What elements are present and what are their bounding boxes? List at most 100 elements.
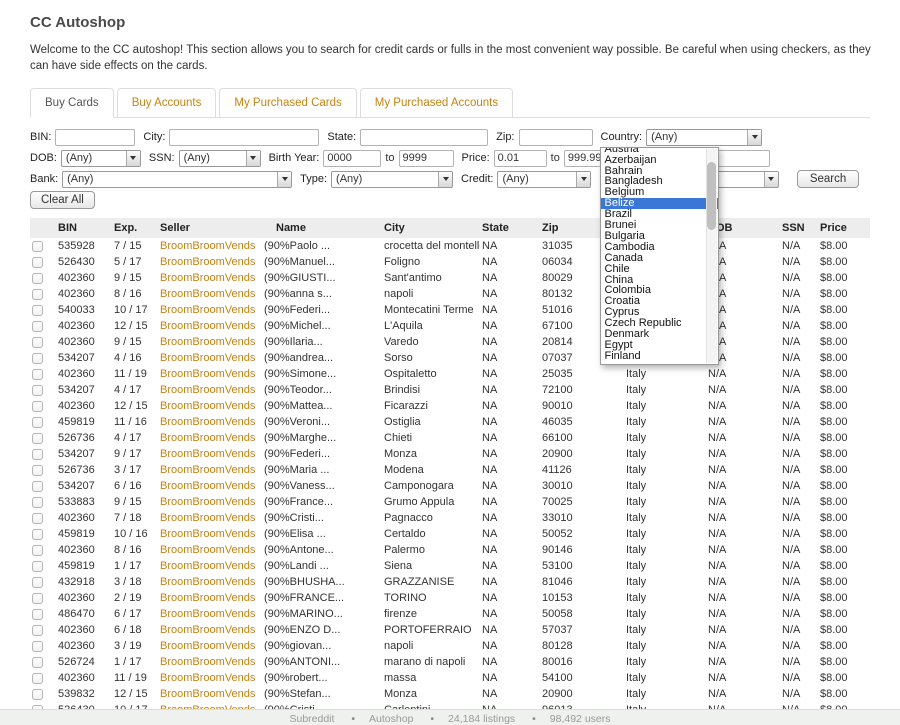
row-checkbox[interactable] bbox=[32, 273, 43, 284]
seller-link[interactable]: BroomBroomVends bbox=[160, 672, 255, 684]
row-checkbox[interactable] bbox=[32, 369, 43, 380]
chevron-down-icon[interactable] bbox=[747, 130, 761, 145]
seller-link[interactable]: BroomBroomVends bbox=[160, 624, 255, 636]
row-checkbox[interactable] bbox=[32, 545, 43, 556]
row-checkbox[interactable] bbox=[32, 641, 43, 652]
credit-select[interactable]: (Any) bbox=[497, 171, 591, 188]
chevron-down-icon[interactable] bbox=[246, 151, 260, 166]
row-checkbox[interactable] bbox=[32, 577, 43, 588]
row-checkbox[interactable] bbox=[32, 449, 43, 460]
row-checkbox[interactable] bbox=[32, 609, 43, 620]
row-checkbox[interactable] bbox=[32, 513, 43, 524]
seller-link[interactable]: BroomBroomVends bbox=[160, 560, 255, 572]
seller-link[interactable]: BroomBroomVends bbox=[160, 512, 255, 524]
price-cell: $8.00 bbox=[818, 414, 870, 430]
birth-year-from-input[interactable] bbox=[323, 150, 381, 167]
seller-link[interactable]: BroomBroomVends bbox=[160, 464, 255, 476]
city-input[interactable] bbox=[169, 129, 319, 146]
ssn-select[interactable]: (Any) bbox=[179, 150, 261, 167]
state-cell: NA bbox=[480, 286, 540, 302]
bin-input[interactable] bbox=[55, 129, 135, 146]
row-checkbox[interactable] bbox=[32, 241, 43, 252]
zip-cell: 46035 bbox=[540, 414, 624, 430]
row-checkbox[interactable] bbox=[32, 305, 43, 316]
row-checkbox[interactable] bbox=[32, 529, 43, 540]
row-checkbox[interactable] bbox=[32, 481, 43, 492]
dropdown-scrollbar-thumb[interactable] bbox=[707, 162, 716, 230]
country-option[interactable]: Chile bbox=[601, 264, 718, 275]
ssn-cell: N/A bbox=[780, 622, 818, 638]
tab-my-purchased-cards[interactable]: My Purchased Cards bbox=[219, 88, 356, 118]
row-checkbox[interactable] bbox=[32, 673, 43, 684]
row-checkbox[interactable] bbox=[32, 657, 43, 668]
dropdown-scrollbar-track[interactable] bbox=[706, 149, 717, 363]
seller-link[interactable]: BroomBroomVends bbox=[160, 384, 255, 396]
seller-link[interactable]: BroomBroomVends bbox=[160, 688, 255, 700]
seller-link[interactable]: BroomBroomVends bbox=[160, 448, 255, 460]
seller-link[interactable]: BroomBroomVends bbox=[160, 336, 255, 348]
country-select[interactable]: (Any) bbox=[646, 129, 762, 146]
row-checkbox[interactable] bbox=[32, 465, 43, 476]
row-checkbox[interactable] bbox=[32, 289, 43, 300]
seller-link[interactable]: BroomBroomVends bbox=[160, 608, 255, 620]
seller-link[interactable]: BroomBroomVends bbox=[160, 592, 255, 604]
seller-link[interactable]: BroomBroomVends bbox=[160, 416, 255, 428]
dob-cell: N/A bbox=[706, 366, 780, 382]
row-checkbox[interactable] bbox=[32, 689, 43, 700]
type-select[interactable]: (Any) bbox=[331, 171, 453, 188]
tab-buy-cards[interactable]: Buy Cards bbox=[30, 88, 114, 118]
footer-stat[interactable]: Autoshop bbox=[337, 713, 413, 725]
state-input[interactable] bbox=[360, 129, 488, 146]
row-checkbox[interactable] bbox=[32, 353, 43, 364]
row-checkbox[interactable] bbox=[32, 497, 43, 508]
seller-link[interactable]: BroomBroomVends bbox=[160, 240, 255, 252]
tab-buy-accounts[interactable]: Buy Accounts bbox=[117, 88, 217, 118]
tab-my-purchased-accounts[interactable]: My Purchased Accounts bbox=[360, 88, 513, 118]
chevron-down-icon[interactable] bbox=[576, 172, 590, 187]
row-checkbox[interactable] bbox=[32, 417, 43, 428]
seller-link[interactable]: BroomBroomVends bbox=[160, 320, 255, 332]
seller-link[interactable]: BroomBroomVends bbox=[160, 496, 255, 508]
chevron-down-icon[interactable] bbox=[277, 172, 291, 187]
row-checkbox[interactable] bbox=[32, 401, 43, 412]
zip-input[interactable] bbox=[519, 129, 593, 146]
chevron-down-icon[interactable] bbox=[126, 151, 140, 166]
seller-link[interactable]: BroomBroomVends bbox=[160, 528, 255, 540]
chevron-down-icon[interactable] bbox=[438, 172, 452, 187]
seller-link[interactable]: BroomBroomVends bbox=[160, 304, 255, 316]
seller-link[interactable]: BroomBroomVends bbox=[160, 544, 255, 556]
footer-stat[interactable]: 24,184 listings bbox=[416, 713, 515, 725]
seller-link[interactable]: BroomBroomVends bbox=[160, 640, 255, 652]
seller-link[interactable]: BroomBroomVends bbox=[160, 272, 255, 284]
search-button[interactable]: Search bbox=[797, 170, 859, 188]
clear-all-button[interactable]: Clear All bbox=[30, 191, 95, 209]
seller-link[interactable]: BroomBroomVends bbox=[160, 480, 255, 492]
row-select-cell bbox=[30, 366, 56, 382]
seller-link[interactable]: BroomBroomVends bbox=[160, 288, 255, 300]
seller-link[interactable]: BroomBroomVends bbox=[160, 400, 255, 412]
row-checkbox[interactable] bbox=[32, 321, 43, 332]
seller-link[interactable]: BroomBroomVends bbox=[160, 368, 255, 380]
footer-stat[interactable]: Subreddit bbox=[289, 713, 334, 725]
ssn-cell: N/A bbox=[780, 526, 818, 542]
seller-link[interactable]: BroomBroomVends bbox=[160, 352, 255, 364]
row-checkbox[interactable] bbox=[32, 385, 43, 396]
dob-select[interactable]: (Any) bbox=[61, 150, 141, 167]
row-checkbox[interactable] bbox=[32, 593, 43, 604]
row-checkbox[interactable] bbox=[32, 433, 43, 444]
footer-stat[interactable]: 98,492 users bbox=[518, 713, 610, 725]
country-option[interactable]: Finland bbox=[601, 351, 718, 362]
row-checkbox[interactable] bbox=[32, 257, 43, 268]
row-checkbox[interactable] bbox=[32, 561, 43, 572]
seller-link[interactable]: BroomBroomVends bbox=[160, 656, 255, 668]
price-from-input[interactable] bbox=[494, 150, 547, 167]
seller-link[interactable]: BroomBroomVends bbox=[160, 256, 255, 268]
row-checkbox[interactable] bbox=[32, 337, 43, 348]
seller-link[interactable]: BroomBroomVends bbox=[160, 432, 255, 444]
row-checkbox[interactable] bbox=[32, 625, 43, 636]
chevron-down-icon[interactable] bbox=[764, 172, 778, 187]
birth-year-to-input[interactable] bbox=[399, 150, 454, 167]
country-option[interactable]: Azerbaijan bbox=[601, 155, 718, 166]
seller-link[interactable]: BroomBroomVends bbox=[160, 576, 255, 588]
bank-select[interactable]: (Any) bbox=[62, 171, 292, 188]
